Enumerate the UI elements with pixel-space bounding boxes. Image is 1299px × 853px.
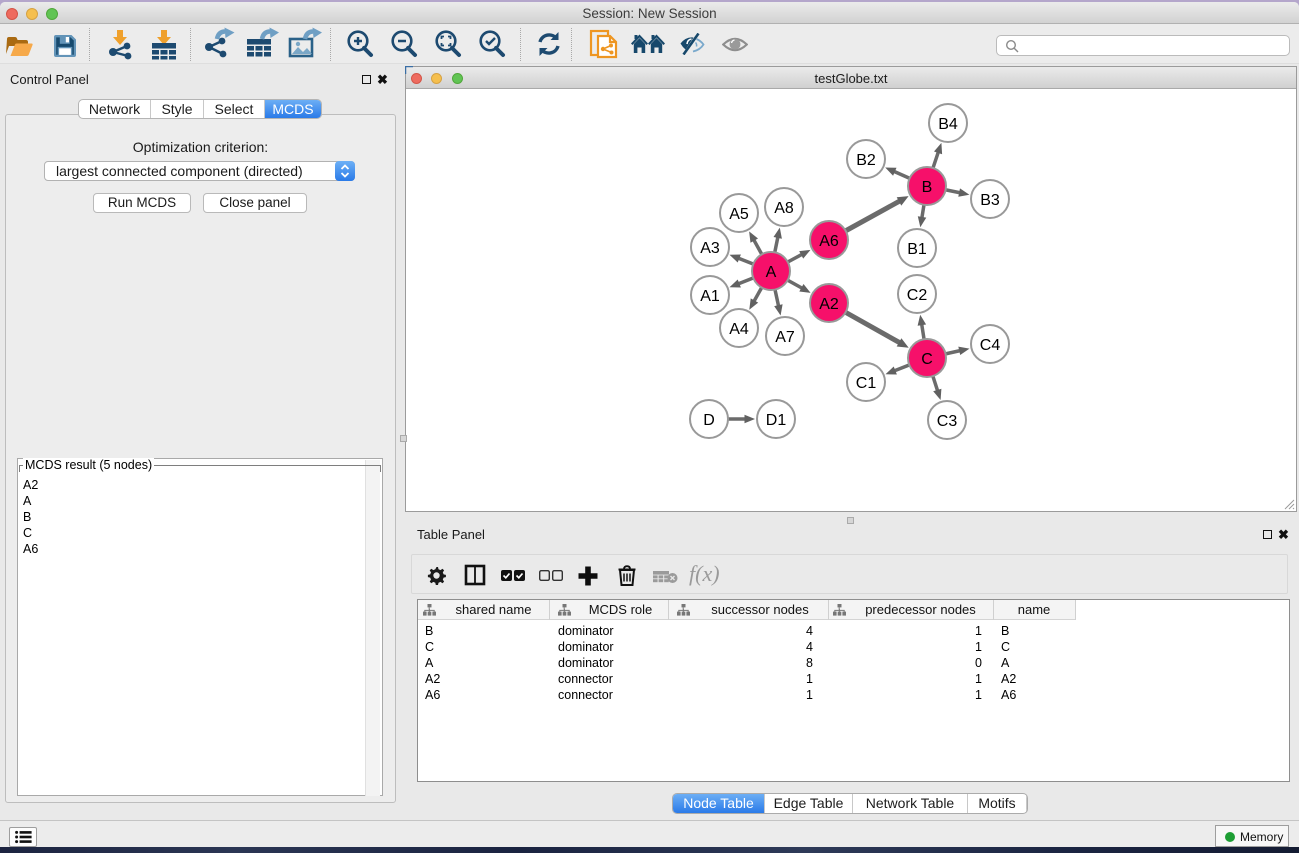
svg-text:C1: C1 (856, 375, 877, 392)
svg-text:A7: A7 (775, 329, 795, 346)
svg-text:A6: A6 (819, 233, 839, 250)
svg-text:A5: A5 (729, 206, 749, 223)
svg-text:A8: A8 (774, 200, 794, 217)
svg-text:D1: D1 (766, 412, 787, 429)
svg-text:D: D (703, 412, 715, 429)
svg-text:A1: A1 (700, 288, 720, 305)
svg-text:B2: B2 (856, 152, 876, 169)
svg-text:A: A (766, 264, 777, 281)
svg-text:C2: C2 (907, 287, 928, 304)
svg-text:B: B (922, 179, 933, 196)
svg-text:C: C (921, 351, 933, 368)
svg-text:A3: A3 (700, 240, 720, 257)
svg-text:A4: A4 (729, 321, 749, 338)
svg-text:A2: A2 (819, 296, 839, 313)
svg-text:C3: C3 (937, 413, 958, 430)
svg-text:B1: B1 (907, 241, 927, 258)
svg-text:B3: B3 (980, 192, 1000, 209)
svg-text:C4: C4 (980, 337, 1001, 354)
svg-text:B4: B4 (938, 116, 958, 133)
